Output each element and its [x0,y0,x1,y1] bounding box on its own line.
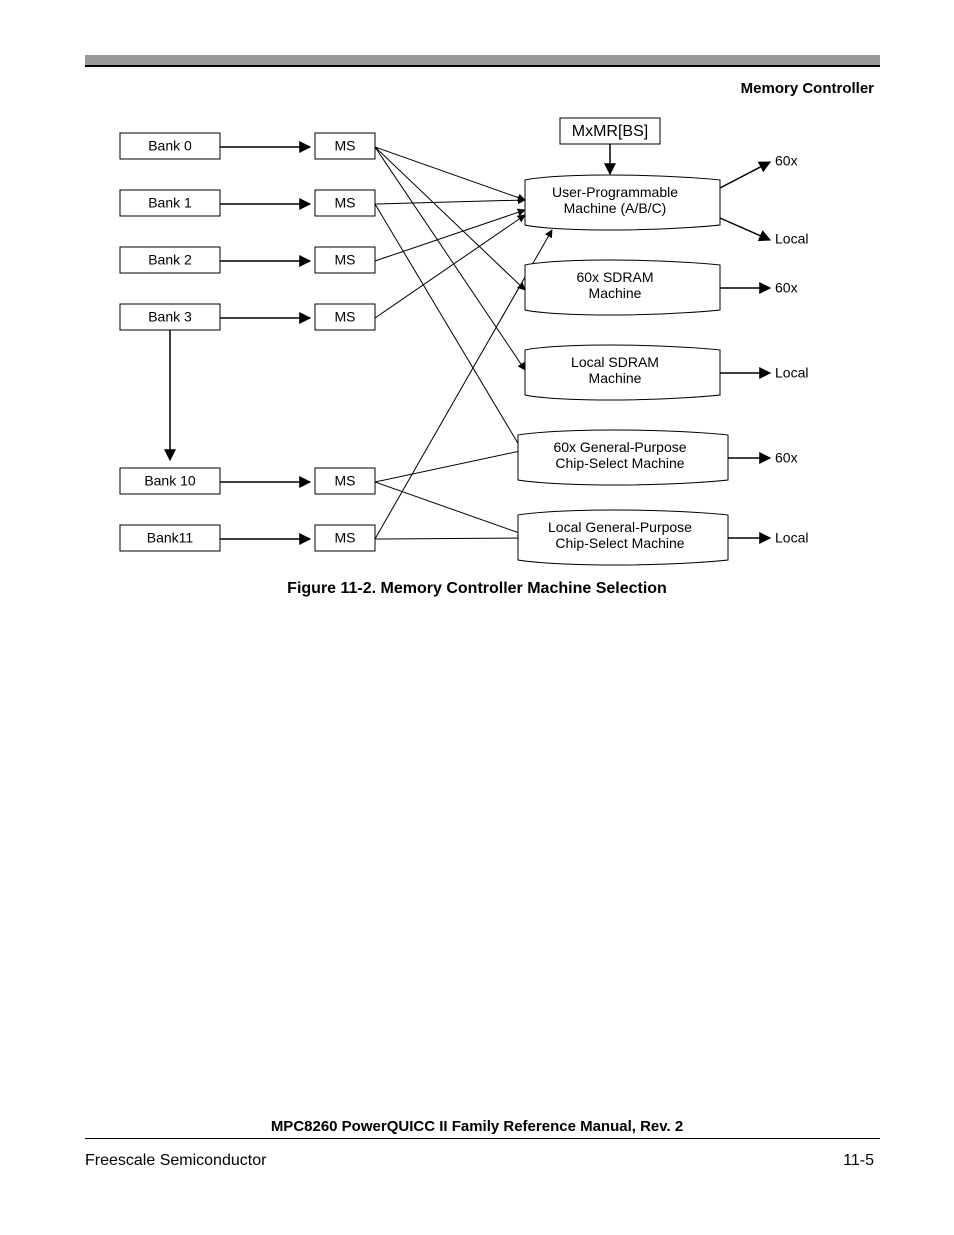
figure-caption: Figure 11-2. Memory Controller Machine S… [0,580,954,598]
machine-3-l1: 60x General-Purpose [553,439,686,455]
ms-label-10: MS [335,473,356,489]
bank-label-3: Bank 3 [148,309,192,325]
footer-left: Freescale Semiconductor [85,1152,266,1170]
bank-row-3: Bank 3 MS [120,304,375,330]
machine-1-l1: 60x SDRAM [576,269,653,285]
machine-2-l1: Local SDRAM [571,354,659,370]
ms-label-1: MS [335,195,356,211]
machine-3-l2: Chip-Select Machine [555,455,684,471]
machine-3-out1: 60x [775,450,798,466]
bank-row-10: Bank 10 MS [120,468,375,494]
footer-rule [85,1138,880,1139]
machine-1-out1: 60x [775,280,798,296]
bank-row-1: Bank 1 MS [120,190,375,216]
ms-label-0: MS [335,138,356,154]
footer-title: MPC8260 PowerQUICC II Family Reference M… [0,1118,954,1135]
bank-row-2: Bank 2 MS [120,247,375,273]
bank-row-11: Bank11 MS [120,525,375,551]
footer-right: 11-5 [843,1152,874,1170]
bank-label-2: Bank 2 [148,252,192,268]
ms-label-2: MS [335,252,356,268]
machine-0-out2: Local [775,231,808,247]
bank-label-0: Bank 0 [148,138,192,154]
mxmr-label: MxMR[BS] [572,123,648,140]
ms-label-3: MS [335,309,356,325]
machine-0-l1: User-Programmable [552,184,678,200]
bank-label-11: Bank11 [147,530,194,546]
bank-row-0: Bank 0 MS [120,133,375,159]
machine-2-out1: Local [775,365,808,381]
machine-4-l2: Chip-Select Machine [555,535,684,551]
machine-0-out1: 60x [775,153,798,169]
bank-label-10: Bank 10 [144,473,196,489]
machine-1-l2: Machine [589,285,642,301]
machine-0-l2: Machine (A/B/C) [564,200,667,216]
machine-2-l2: Machine [589,370,642,386]
machine-4-l1: Local General-Purpose [548,519,692,535]
machine-4-out1: Local [775,530,808,546]
bank-label-1: Bank 1 [148,195,192,211]
ms-label-11: MS [335,530,356,546]
